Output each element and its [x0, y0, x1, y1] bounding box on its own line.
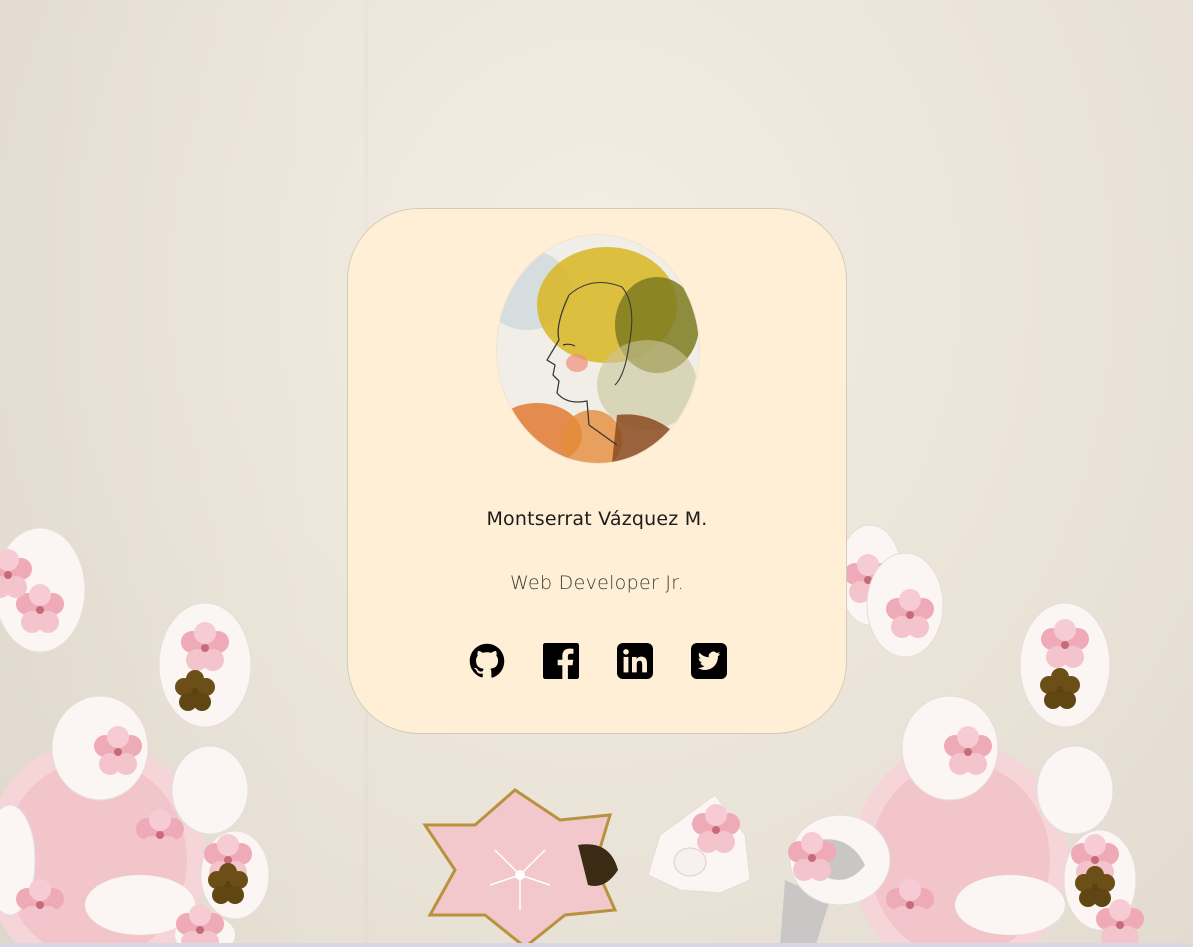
profile-role: Web Developer Jr. [509, 572, 685, 594]
linkedin-icon [617, 643, 653, 679]
facebook-icon [543, 643, 579, 679]
twitter-link[interactable] [691, 643, 727, 679]
twitter-icon [691, 643, 727, 679]
profile-card: Montserrat Vázquez M. Web Developer Jr. [347, 208, 847, 734]
linkedin-link[interactable] [617, 643, 653, 679]
facebook-link[interactable] [543, 643, 579, 679]
page-bottom-edge [0, 943, 1193, 947]
github-link[interactable] [469, 643, 505, 679]
profile-name: Montserrat Vázquez M. [486, 508, 708, 530]
github-icon [469, 643, 505, 678]
profile-avatar [497, 235, 699, 463]
watercolor-portrait-illustration [497, 235, 699, 463]
